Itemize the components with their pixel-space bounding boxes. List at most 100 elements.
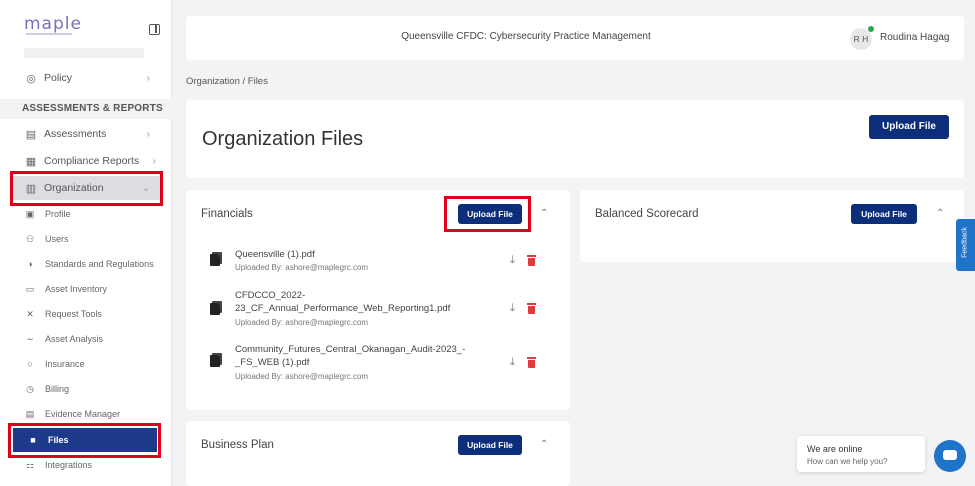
file-row: Community_Futures_Central_Okanagan_Audit… <box>210 343 550 387</box>
chevron-down-icon: ⌄ <box>141 182 150 194</box>
chevron-right-icon: › <box>152 155 156 167</box>
logo-row: maple <box>0 0 172 48</box>
sidebar-subitem-asset-analysis[interactable]: ∼ Asset Analysis <box>24 329 164 349</box>
sidebar-subitem-billing[interactable]: ◷ Billing <box>24 379 164 399</box>
download-icon[interactable]: ⤓ <box>510 302 521 314</box>
sidebar-item-assessments[interactable]: ▤ Assessments › <box>10 122 162 146</box>
sidebar-subitem-label: Users <box>45 234 69 244</box>
sidebar-subitem-standards[interactable]: ◑ Standards and Regulations <box>24 254 164 274</box>
download-icon[interactable]: ⤓ <box>510 356 521 368</box>
file-icon <box>210 252 222 266</box>
file-name[interactable]: Community_Futures_Central_Okanagan_Audit… <box>235 343 505 369</box>
evidence-manager-icon: ▤ <box>25 408 35 419</box>
user-name[interactable]: Roudina Hagag <box>880 32 950 43</box>
sidebar-item-organization[interactable]: ▥ Organization ⌄ <box>10 176 162 200</box>
sidebar-subitem-label: Insurance <box>45 359 85 369</box>
chevron-up-icon[interactable]: ⌃ <box>540 439 548 450</box>
balanced-scorecard-upload-button[interactable]: Upload File <box>851 204 917 224</box>
sidebar-item-label: Assessments <box>44 128 107 140</box>
asset-analysis-icon: ∼ <box>26 333 34 344</box>
sidebar-item-label: Policy <box>44 72 73 84</box>
faded-nav-item <box>24 48 144 58</box>
sidebar-subitem-label: Billing <box>45 384 70 394</box>
sidebar: maple ◎ Policy › ASSESSMENTS & REPORTS ▤… <box>0 0 172 486</box>
files-icon: ■ <box>30 435 36 445</box>
financials-card: Financials Upload File ⌃ Queensville (1)… <box>186 190 570 410</box>
collapse-sidebar-icon[interactable] <box>149 24 160 35</box>
organization-title: Queensville CFDC: Cybersecurity Practice… <box>401 31 651 42</box>
chat-bubble-icon[interactable] <box>934 440 966 472</box>
maple-logo: maple <box>24 14 82 34</box>
standards-icon: ◑ <box>27 259 33 269</box>
page-title-card: Organization Files Upload File <box>186 100 964 178</box>
sidebar-subitem-evidence-manager[interactable]: ▤ Evidence Manager <box>24 404 164 424</box>
chat-status: We are online <box>807 444 863 454</box>
chevron-right-icon: › <box>146 72 150 84</box>
assessments-icon: ▤ <box>25 128 37 141</box>
organization-icon: ▥ <box>25 182 37 195</box>
insurance-icon: ○ <box>27 359 33 369</box>
profile-icon: ▣ <box>25 208 35 219</box>
sidebar-subitem-request-tools[interactable]: ✕ Request Tools <box>24 304 164 324</box>
file-name[interactable]: CFDCCO_2022-23_CF_Annual_Performance_Web… <box>235 289 505 315</box>
sidebar-subitem-label: Files <box>48 435 69 445</box>
delete-icon[interactable] <box>527 357 536 368</box>
sidebar-subitem-files[interactable]: ■ Files <box>13 428 157 452</box>
page-title: Organization Files <box>202 128 364 150</box>
card-title: Financials <box>201 208 253 220</box>
integrations-icon: ⚏ <box>25 459 35 470</box>
sidebar-subitem-label: Integrations <box>45 460 93 470</box>
asset-inventory-icon: ▭ <box>25 283 35 294</box>
top-header: Queensville CFDC: Cybersecurity Practice… <box>186 16 964 60</box>
users-icon: ⚇ <box>25 233 35 244</box>
feedback-tab[interactable]: Feedback <box>956 219 975 271</box>
file-uploader: Uploaded By: ashore@maplegrc.com <box>235 372 369 381</box>
sidebar-item-compliance-reports[interactable]: ▦ Compliance Reports › <box>10 149 162 173</box>
upload-file-button[interactable]: Upload File <box>869 115 949 139</box>
policy-icon: ◎ <box>26 72 36 85</box>
file-uploader: Uploaded By: ashore@maplegrc.com <box>235 263 369 272</box>
billing-icon: ◷ <box>26 383 34 394</box>
file-icon <box>210 301 222 315</box>
sidebar-subitem-insurance[interactable]: ○ Insurance <box>24 354 164 374</box>
sidebar-item-label: Organization <box>44 182 104 194</box>
business-plan-upload-button[interactable]: Upload File <box>458 435 522 455</box>
chat-widget[interactable]: We are online How can we help you? <box>797 436 925 472</box>
sidebar-subitem-label: Profile <box>45 209 71 219</box>
sidebar-item-policy[interactable]: ◎ Policy › <box>10 66 162 90</box>
chevron-right-icon: › <box>146 128 150 140</box>
logo-tagline <box>26 33 72 35</box>
sidebar-subitem-label: Standards and Regulations <box>45 259 154 269</box>
sidebar-subitem-integrations[interactable]: ⚏ Integrations <box>24 455 164 475</box>
card-title: Balanced Scorecard <box>595 208 699 220</box>
sidebar-subitem-profile[interactable]: ▣ Profile <box>24 204 164 224</box>
financials-upload-button[interactable]: Upload File <box>458 204 522 224</box>
delete-icon[interactable] <box>527 303 536 314</box>
file-row: CFDCCO_2022-23_CF_Annual_Performance_Web… <box>210 289 550 333</box>
balanced-scorecard-card: Balanced Scorecard Upload File ⌃ <box>580 190 964 262</box>
sidebar-subitem-label: Asset Inventory <box>45 284 108 294</box>
section-heading: ASSESSMENTS & REPORTS <box>0 99 172 119</box>
sidebar-subitem-asset-inventory[interactable]: ▭ Asset Inventory <box>24 279 164 299</box>
file-icon <box>210 353 222 367</box>
business-plan-card: Business Plan Upload File ⌃ <box>186 421 570 486</box>
chevron-up-icon[interactable]: ⌃ <box>936 208 944 219</box>
file-uploader: Uploaded By: ashore@maplegrc.com <box>235 318 369 327</box>
chevron-up-icon[interactable]: ⌃ <box>540 208 548 219</box>
sidebar-subitem-label: Evidence Manager <box>45 409 121 419</box>
file-name[interactable]: Queensville (1).pdf <box>235 248 505 261</box>
delete-icon[interactable] <box>527 255 536 266</box>
breadcrumb: Organization / Files <box>186 76 268 87</box>
feedback-label: Feedback <box>961 227 969 258</box>
online-status-dot <box>868 26 874 32</box>
sidebar-subitem-users[interactable]: ⚇ Users <box>24 229 164 249</box>
sidebar-subitem-label: Request Tools <box>45 309 102 319</box>
compliance-reports-icon: ▦ <box>25 155 37 168</box>
sidebar-subitem-label: Asset Analysis <box>45 334 104 344</box>
card-title: Business Plan <box>201 439 274 451</box>
sidebar-item-label: Compliance Reports <box>44 155 140 167</box>
request-tools-icon: ✕ <box>26 308 34 319</box>
chat-prompt: How can we help you? <box>807 457 888 466</box>
file-row: Queensville (1).pdf Uploaded By: ashore@… <box>210 248 550 278</box>
download-icon[interactable]: ⤓ <box>510 254 521 266</box>
